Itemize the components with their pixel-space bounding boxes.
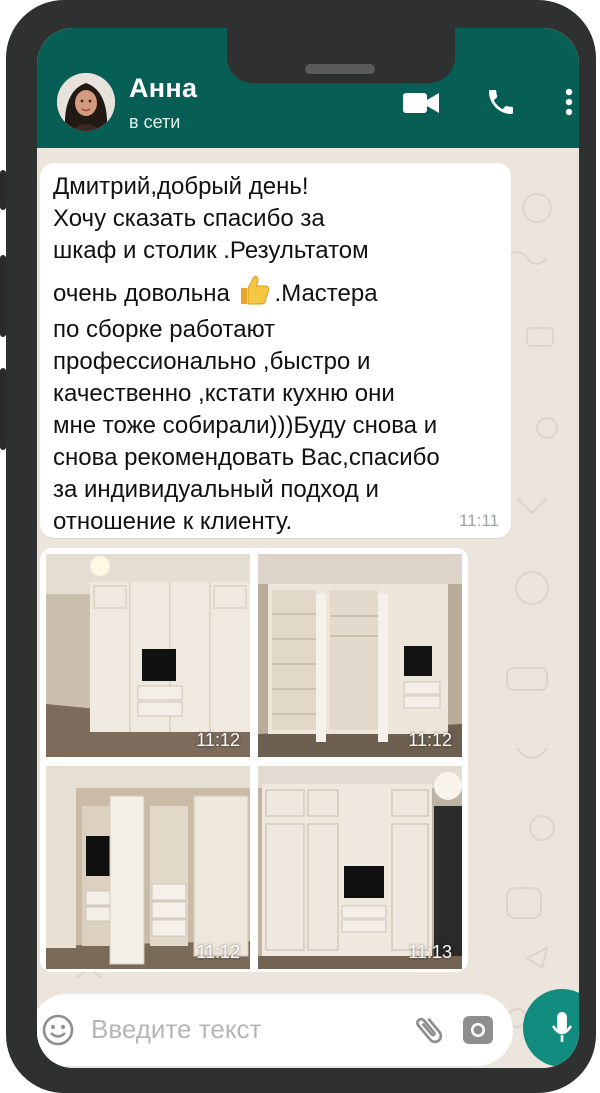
contact-name[interactable]: Анна <box>129 73 197 104</box>
incoming-message-bubble[interactable]: Дмитрий,добрый день! Хочу сказать спасиб… <box>40 163 511 538</box>
phone-notch <box>227 28 455 83</box>
photo-wardrobe-3[interactable]: 11:12 <box>46 766 250 969</box>
attach-icon[interactable] <box>411 1010 447 1055</box>
message-line: снова рекомендовать Вас,спасибо <box>53 444 440 471</box>
message-line: профессионально ,быстро и <box>53 348 371 375</box>
phone-frame: Анна в сети Дмитрий,добрый день! Хочу ск… <box>6 0 596 1093</box>
phone-speaker <box>305 64 375 74</box>
photo-time: 11:12 <box>196 730 240 750</box>
message-text: .Мастера <box>274 280 378 307</box>
avatar-photo <box>57 73 115 131</box>
photo-wardrobe-2[interactable]: 11:12 <box>258 554 462 757</box>
message-line: за индивидуальный подход и <box>53 476 379 503</box>
voice-call-icon[interactable] <box>485 86 517 123</box>
message-line: по сборке работают <box>53 316 276 343</box>
more-menu-icon[interactable] <box>565 88 573 121</box>
photo-time: 11:12 <box>196 942 240 962</box>
message-line: очень довольна .Мастера <box>53 273 378 309</box>
contact-status: в сети <box>129 112 181 132</box>
message-line: качественно ,кстати кухню они <box>53 380 395 407</box>
photo-album: 11:12 11:12 11:12 11:13 <box>40 548 468 972</box>
message-input-bar[interactable]: Введите текст <box>37 994 513 1066</box>
message-line: шкаф и столик .Результатом <box>53 237 369 264</box>
photo-wardrobe-4[interactable]: 11:13 <box>258 766 462 969</box>
photo-time: 11:12 <box>408 730 452 750</box>
message-line: мне тоже собирали)))Буду снова и <box>53 412 438 439</box>
message-time: 11:11 <box>458 511 499 530</box>
message-line: отношение к клиенту. <box>53 508 293 535</box>
message-line: Хочу сказать спасибо за <box>53 205 325 232</box>
message-input[interactable]: Введите текст <box>91 1014 261 1045</box>
camera-icon[interactable] <box>461 1014 495 1051</box>
thumbs-up-icon <box>240 276 269 305</box>
message-line: Дмитрий,добрый день! <box>53 173 309 200</box>
avatar[interactable] <box>57 73 115 131</box>
emoji-icon[interactable] <box>41 1013 75 1052</box>
chat-screen: Анна в сети Дмитрий,добрый день! Хочу ск… <box>37 28 579 1068</box>
photo-wardrobe-1[interactable]: 11:12 <box>46 554 250 757</box>
message-text: очень довольна <box>53 280 230 307</box>
video-call-icon[interactable] <box>403 92 439 119</box>
photo-time: 11:13 <box>408 942 452 962</box>
mic-icon <box>551 1010 573 1051</box>
